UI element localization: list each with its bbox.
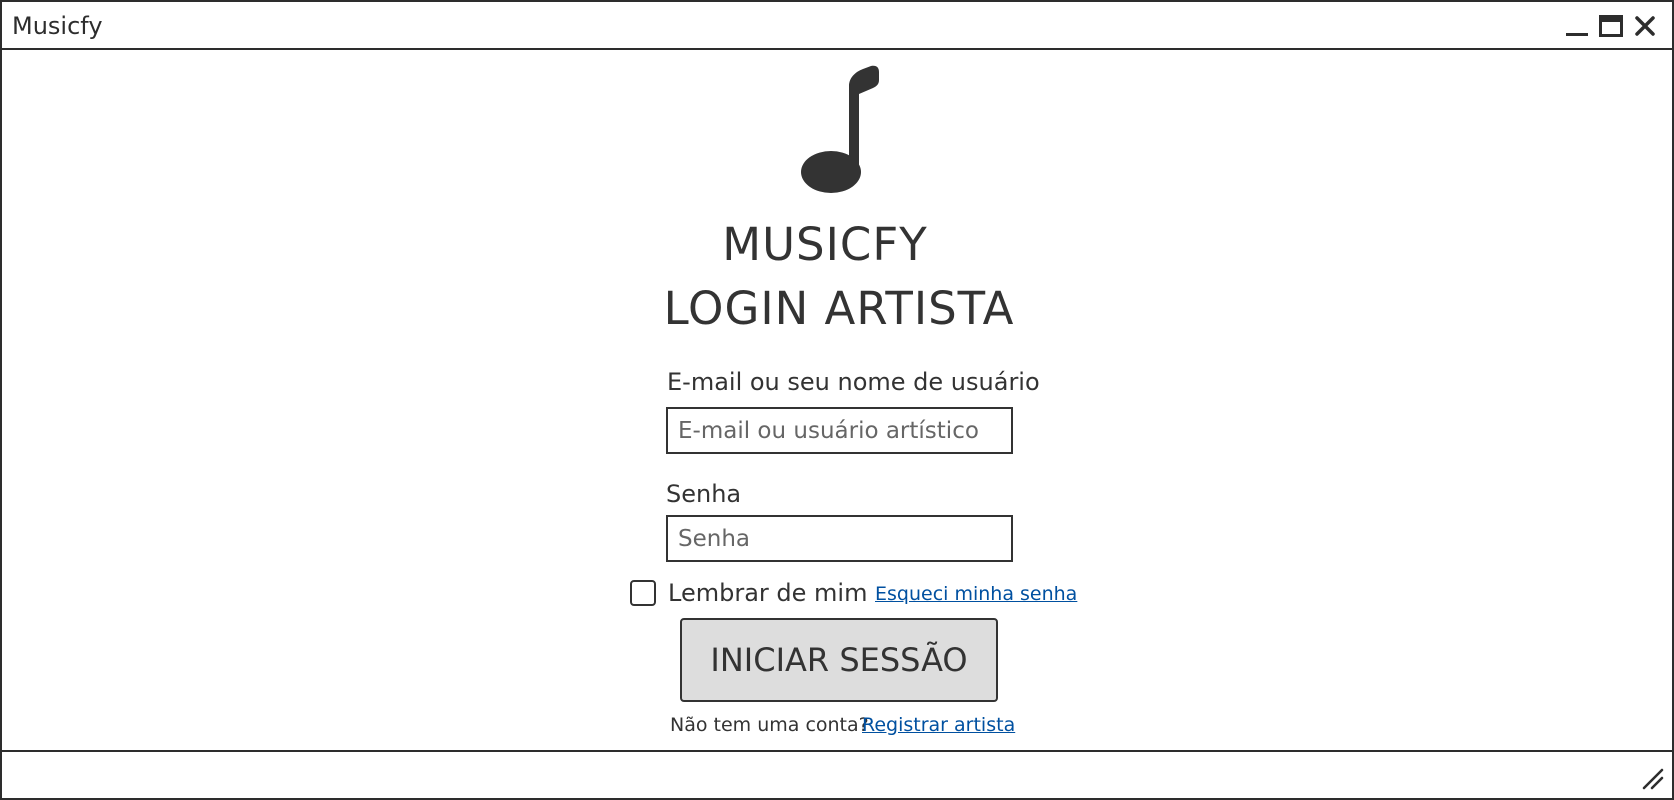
window-title: Musicfy (12, 12, 103, 40)
password-label: Senha (666, 480, 742, 508)
register-artist-link[interactable]: Registrar artista (862, 714, 1015, 736)
forgot-password-link[interactable]: Esqueci minha senha (875, 583, 1077, 605)
app-heading: MUSICFY (722, 218, 928, 271)
app-window: Musicfy MUSICFY LOGIN ARTISTA E-mail ou … (0, 0, 1674, 800)
remember-me-checkbox[interactable] (630, 580, 656, 606)
close-icon[interactable] (1632, 13, 1658, 39)
music-note-icon (801, 65, 879, 193)
resize-grip-icon[interactable] (1640, 766, 1664, 790)
page-title: LOGIN ARTISTA (663, 282, 1015, 335)
window-controls (1564, 12, 1658, 40)
username-input[interactable] (666, 407, 1013, 454)
minimize-icon[interactable] (1564, 13, 1590, 39)
status-bar (2, 750, 1672, 798)
no-account-text: Não tem uma conta? (670, 714, 869, 736)
login-button[interactable]: INICIAR SESSÃO (680, 618, 998, 702)
maximize-icon[interactable] (1598, 13, 1624, 39)
username-label: E-mail ou seu nome de usuário (667, 368, 1040, 396)
remember-me-label[interactable]: Lembrar de mim (668, 579, 867, 607)
title-bar: Musicfy (2, 2, 1672, 50)
login-content: MUSICFY LOGIN ARTISTA E-mail ou seu nome… (2, 50, 1672, 750)
password-input[interactable] (666, 515, 1013, 562)
